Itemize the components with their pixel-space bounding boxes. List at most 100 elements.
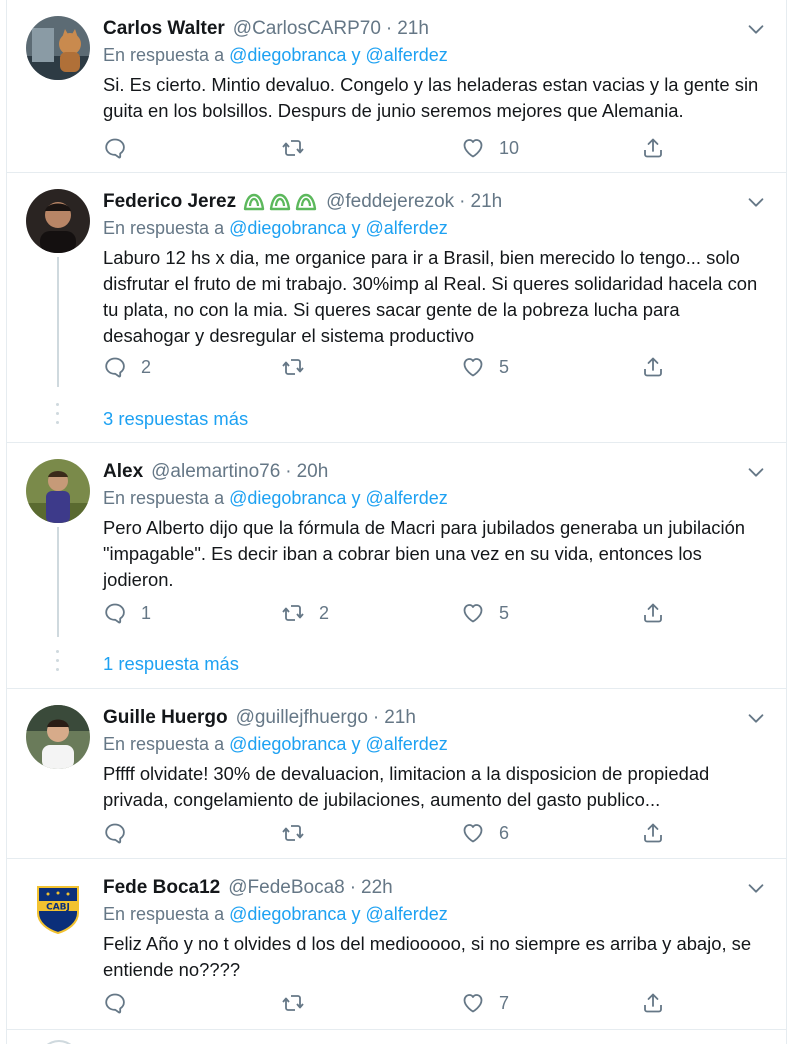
avatar[interactable] [26, 16, 90, 80]
action-bar: 7 [103, 988, 663, 1018]
tweet-header: Guille Huergo @guillejfhuergo · 21h [103, 705, 767, 731]
chevron-down-icon[interactable] [745, 191, 767, 213]
share-button[interactable] [641, 598, 665, 628]
mention-link[interactable]: @alferdez [365, 45, 447, 65]
timestamp[interactable]: 21h [384, 707, 416, 729]
tweet-card[interactable]: Guille Huergo @guillejfhuergo · 21h En r… [6, 689, 787, 859]
mention-conjunction: y [351, 45, 361, 65]
mention-link[interactable]: @alferdez [365, 734, 447, 754]
retweet-button[interactable]: 2 [281, 598, 329, 628]
reply-button[interactable]: 1 [103, 598, 151, 628]
reply-count: 1 [141, 602, 152, 623]
user-handle[interactable]: @CarlosCARP70 [233, 18, 381, 40]
user-handle[interactable]: @alemartino76 [151, 461, 280, 483]
mention-link[interactable]: @diegobranca [229, 488, 346, 508]
mention-link[interactable]: @alferdez [365, 904, 447, 924]
reply-button[interactable]: 2 [103, 352, 151, 382]
retweet-button[interactable] [281, 818, 319, 848]
chevron-down-icon[interactable] [745, 877, 767, 899]
next-tweet-partial [6, 1030, 787, 1044]
action-bar: 10 [103, 133, 663, 163]
tweet-header: Federico Jerez @feddejerezok · 21h [103, 189, 767, 215]
mention-link[interactable]: @diegobranca [229, 218, 346, 238]
thread-dots [56, 403, 60, 430]
avatar[interactable] [26, 189, 90, 253]
tweet-card[interactable]: Federico Jerez @feddejerezok · 21h En re… [6, 173, 787, 443]
timestamp[interactable]: 21h [397, 18, 429, 40]
mention-link[interactable]: @diegobranca [229, 904, 346, 924]
separator-dot: · [349, 877, 357, 898]
retweet-button[interactable] [281, 352, 319, 382]
mention-link[interactable]: @diegobranca [229, 45, 346, 65]
timestamp[interactable]: 20h [297, 461, 329, 483]
retweet-button[interactable] [281, 133, 319, 163]
retweet-icon [281, 821, 305, 845]
tweet-card[interactable]: Carlos Walter @CarlosCARP70 · 21h En res… [6, 0, 787, 173]
user-handle[interactable]: @feddejerezok [326, 191, 454, 213]
mention-conjunction: y [351, 904, 361, 924]
display-name[interactable]: Federico Jerez [103, 191, 236, 213]
share-button[interactable] [641, 818, 665, 848]
show-more-replies-link[interactable]: 3 respuestas más [103, 408, 248, 430]
retweet-icon [281, 991, 305, 1015]
reply-button[interactable] [103, 818, 141, 848]
share-button[interactable] [641, 133, 665, 163]
reply-prefix: En respuesta a [103, 904, 225, 924]
display-name[interactable]: Guille Huergo [103, 707, 228, 729]
separator-dot: · [385, 18, 393, 39]
share-icon [641, 991, 665, 1015]
display-name[interactable]: Fede Boca12 [103, 877, 220, 899]
mention-conjunction: y [351, 218, 361, 238]
like-button[interactable]: 5 [461, 598, 509, 628]
tweet-header: Fede Boca12 @FedeBoca8 · 22h [103, 875, 767, 901]
green-emoji-icon [294, 190, 318, 214]
reply-context: En respuesta a @diegobranca y @alferdez [103, 904, 448, 925]
like-count: 7 [499, 992, 510, 1013]
like-button[interactable]: 5 [461, 352, 509, 382]
avatar[interactable]: CABJ [26, 875, 90, 939]
thread-line [57, 527, 59, 637]
heart-icon [461, 136, 485, 160]
share-button[interactable] [641, 352, 665, 382]
mention-link[interactable]: @alferdez [365, 488, 447, 508]
tweet-header: Carlos Walter @CarlosCARP70 · 21h [103, 16, 767, 42]
like-button[interactable]: 10 [461, 133, 519, 163]
reply-button[interactable] [103, 988, 141, 1018]
like-count: 5 [499, 602, 510, 623]
display-name[interactable]: Carlos Walter [103, 18, 225, 40]
reply-context: En respuesta a @diegobranca y @alferdez [103, 218, 448, 239]
tweet-feed: Carlos Walter @CarlosCARP70 · 21h En res… [0, 0, 800, 1044]
user-handle[interactable]: @FedeBoca8 [228, 877, 344, 899]
avatar [39, 1040, 79, 1044]
green-emoji-icon [242, 190, 266, 214]
mention-link[interactable]: @alferdez [365, 218, 447, 238]
user-handle[interactable]: @guillejfhuergo [236, 707, 368, 729]
like-button[interactable]: 7 [461, 988, 509, 1018]
show-more-replies-link[interactable]: 1 respuesta más [103, 653, 239, 675]
retweet-icon [281, 355, 305, 379]
heart-icon [461, 821, 485, 845]
timestamp[interactable]: 21h [471, 191, 503, 213]
chevron-down-icon[interactable] [745, 18, 767, 40]
display-name[interactable]: Alex [103, 461, 143, 483]
avatar[interactable] [26, 705, 90, 769]
retweet-icon [281, 601, 305, 625]
like-button[interactable]: 6 [461, 818, 509, 848]
avatar[interactable] [26, 459, 90, 523]
timestamp[interactable]: 22h [361, 877, 393, 899]
badge-text: CABJ [46, 903, 70, 913]
tweet-card[interactable]: CABJ Fede Boca12 @FedeBoca8 · 22h En res… [6, 859, 787, 1030]
like-count: 6 [499, 822, 510, 843]
tweet-card[interactable]: Alex @alemartino76 · 20h En respuesta a … [6, 443, 787, 689]
retweet-button[interactable] [281, 988, 319, 1018]
reply-prefix: En respuesta a [103, 488, 225, 508]
chevron-down-icon[interactable] [745, 707, 767, 729]
chevron-down-icon[interactable] [745, 461, 767, 483]
reply-icon [103, 991, 127, 1015]
heart-icon [461, 991, 485, 1015]
reply-prefix: En respuesta a [103, 218, 225, 238]
mention-link[interactable]: @diegobranca [229, 734, 346, 754]
like-count: 10 [499, 137, 520, 158]
reply-button[interactable] [103, 133, 141, 163]
share-button[interactable] [641, 988, 665, 1018]
